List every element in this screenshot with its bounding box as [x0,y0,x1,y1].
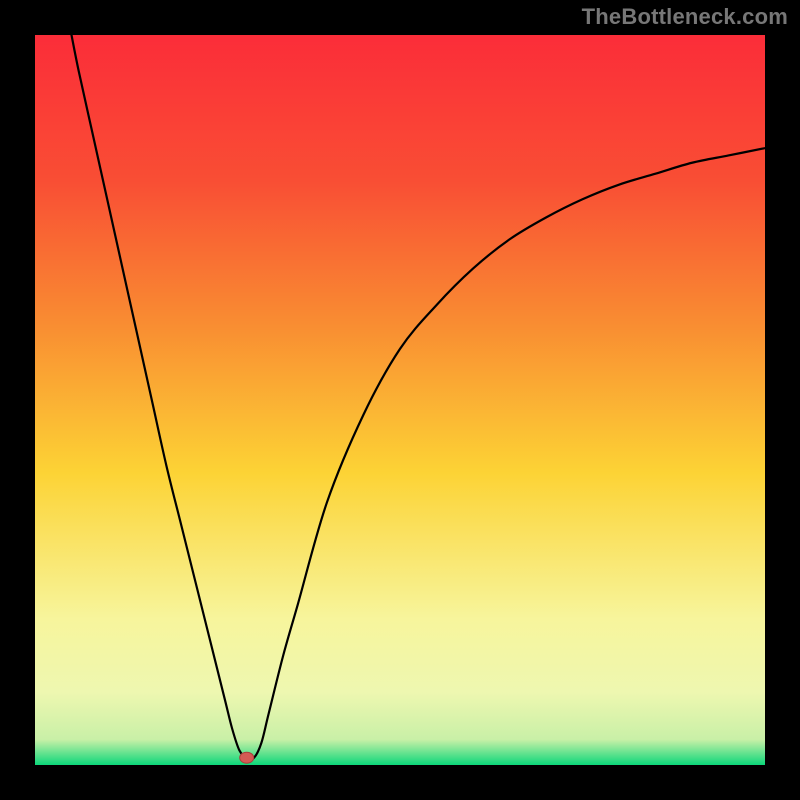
watermark-text: TheBottleneck.com [582,4,788,30]
optimal-point-marker [240,752,254,763]
plot-area [35,35,765,765]
chart-frame: TheBottleneck.com [0,0,800,800]
gradient-background [35,35,765,765]
bottleneck-chart [35,35,765,765]
